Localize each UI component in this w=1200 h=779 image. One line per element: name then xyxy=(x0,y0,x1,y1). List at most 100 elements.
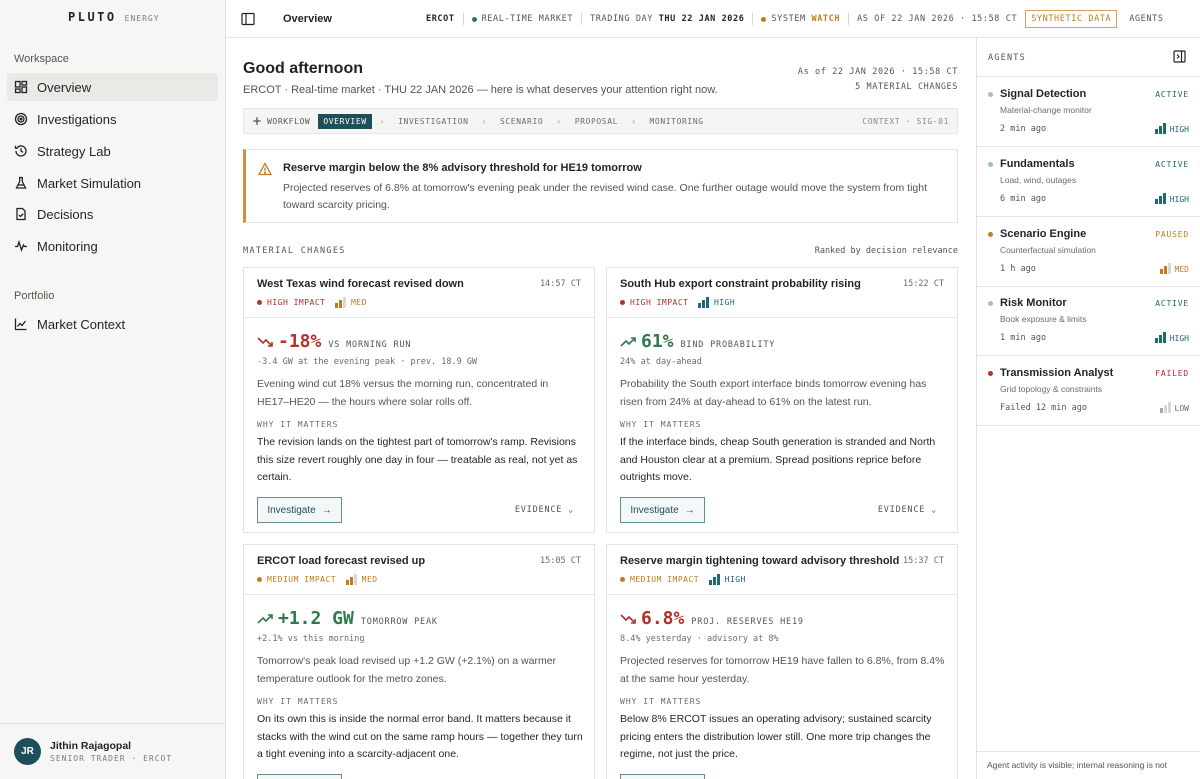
card-header: Reserve margin tightening toward advisor… xyxy=(607,545,957,595)
card-time: 14:57 CT xyxy=(540,279,581,289)
card-tags: MEDIUM IMPACT MED xyxy=(257,574,378,585)
warning-icon xyxy=(258,162,272,176)
sidebar-item-label: Market Context xyxy=(37,316,126,332)
sidebar-item-investigations[interactable]: Investigations xyxy=(7,105,218,133)
signal-label: HIGH xyxy=(724,575,746,584)
section-sort[interactable]: Ranked by decision relevance xyxy=(815,246,958,256)
sidebar-item-label: Monitoring xyxy=(37,238,98,254)
card-header: ERCOT load forecast revised up 15:05 CT … xyxy=(244,545,594,595)
chevron-down-icon: ⌄ xyxy=(931,505,937,515)
evidence-label: EVIDENCE xyxy=(877,505,926,515)
sidebar-item-monitoring[interactable]: Monitoring xyxy=(7,232,218,260)
section-label-portfolio: Portfolio xyxy=(14,290,55,302)
synthetic-data-badge: SYNTHETIC DATA xyxy=(1025,10,1118,28)
card-tags: HIGH IMPACT HIGH xyxy=(620,297,735,308)
target-icon xyxy=(14,112,28,126)
investigate-button[interactable]: Investigate→ xyxy=(257,497,342,523)
metric-label: BIND PROBABILITY xyxy=(680,340,776,350)
section-label-workspace: Workspace xyxy=(14,53,69,65)
sidebar-item-overview[interactable]: Overview xyxy=(7,73,218,101)
sidebar-item-strategy-lab[interactable]: Strategy Lab xyxy=(7,137,218,165)
change-card-reserve: Reserve margin tightening toward advisor… xyxy=(606,544,958,779)
brand-logo[interactable]: PLUTO ENERGY xyxy=(68,10,160,24)
signal-bars-icon xyxy=(1160,402,1171,413)
changes-count: 5 MATERIAL CHANGES xyxy=(855,82,958,92)
card-title: South Hub export constraint probability … xyxy=(620,278,861,290)
realtime-label: REAL-TIME MARKET xyxy=(481,14,574,24)
agent-fundamentals[interactable]: Fundamentals Load, wind, outages 6 min a… xyxy=(977,147,1200,217)
signal-label: MED xyxy=(361,575,378,584)
signal-bars-icon xyxy=(1155,332,1166,343)
flask-icon xyxy=(15,176,27,189)
impact-badge: HIGH IMPACT xyxy=(630,298,689,307)
agent-name: Signal Detection xyxy=(1000,88,1087,100)
main-content: Good afternoon ERCOT · Real-time market … xyxy=(226,38,976,779)
workflow-icon xyxy=(253,117,261,125)
trend-down-icon xyxy=(620,613,636,624)
watch-dot-icon xyxy=(761,16,767,22)
sidebar-item-label: Market Simulation xyxy=(37,175,142,191)
metric-label: PROJ. RESERVES HE19 xyxy=(691,617,804,627)
sidebar-item-decisions[interactable]: Decisions xyxy=(7,200,218,228)
workflow-step-monitoring[interactable]: MONITORING xyxy=(644,114,708,129)
divider xyxy=(581,13,583,25)
workflow-step-scenario[interactable]: SCENARIO xyxy=(495,114,548,129)
workflow-step-investigation[interactable]: INVESTIGATION xyxy=(393,114,473,129)
agents-header: AGENTS xyxy=(977,38,1200,77)
card-time: 15:37 CT xyxy=(903,556,944,566)
brand-sub: ENERGY xyxy=(124,14,160,23)
sidebar-item-market-simulation[interactable]: Market Simulation xyxy=(7,169,218,197)
agent-signal: HIGH xyxy=(1155,123,1189,134)
agent-name: Fundamentals xyxy=(1000,158,1075,170)
reserve-alert[interactable]: Reserve margin below the 8% advisory thr… xyxy=(243,149,958,223)
agent-time: 2 min ago xyxy=(1000,124,1047,134)
evidence-label: EVIDENCE xyxy=(514,505,563,515)
workflow-step-overview[interactable]: OVERVIEW xyxy=(318,113,372,129)
change-card-wind: West Texas wind forecast revised down 14… xyxy=(243,267,595,533)
agent-risk-monitor[interactable]: Risk Monitor Book exposure & limits 1 mi… xyxy=(977,286,1200,356)
collapse-panel-icon[interactable] xyxy=(1173,50,1186,63)
brand-name: PLUTO xyxy=(68,10,117,24)
signal-label: MED xyxy=(1174,265,1189,274)
document-check-icon xyxy=(16,207,26,221)
agent-time: 1 min ago xyxy=(1000,333,1047,343)
workflow-step-proposal[interactable]: PROPOSAL xyxy=(570,114,623,129)
investigate-button[interactable]: Investigate→ xyxy=(620,774,705,779)
signal-label: LOW xyxy=(1174,404,1189,413)
agent-description: Load, wind, outages xyxy=(1000,175,1077,185)
investigate-button[interactable]: Investigate→ xyxy=(620,497,705,523)
chevron-right-icon: › xyxy=(379,116,386,126)
evidence-toggle[interactable]: EVIDENCE ⌄ xyxy=(515,505,574,515)
agent-scenario-engine[interactable]: Scenario Engine Counterfactual simulatio… xyxy=(977,217,1200,287)
chevron-right-icon: › xyxy=(631,116,637,126)
investigate-button[interactable]: Investigate→ xyxy=(257,774,342,779)
card-title: West Texas wind forecast revised down xyxy=(257,278,464,290)
agent-transmission-analyst[interactable]: Transmission Analyst Grid topology & con… xyxy=(977,356,1200,426)
system-state: WATCH xyxy=(811,14,841,24)
divider xyxy=(462,13,464,25)
sidebar-toggle-icon[interactable] xyxy=(241,12,255,26)
impact-dot-icon xyxy=(257,300,262,305)
card-description: Projected reserves for tomorrow HE19 hav… xyxy=(620,655,945,685)
market-status: ERCOT REAL-TIME MARKET TRADING DAY THU 2… xyxy=(426,0,1164,38)
agent-description: Counterfactual simulation xyxy=(1000,245,1096,255)
signal-label: HIGH xyxy=(1169,195,1189,204)
metric-label: TOMORROW PEAK xyxy=(360,617,438,627)
card-header: West Texas wind forecast revised down 14… xyxy=(244,268,594,318)
why-text: Below 8% ERCOT issues an operating advis… xyxy=(620,713,932,760)
agent-state: ACTIVE xyxy=(1155,299,1189,308)
impact-dot-icon xyxy=(257,577,262,582)
user-profile[interactable]: JR Jithin Rajagopal SENIOR TRADER · ERCO… xyxy=(0,723,226,779)
agents-toggle[interactable]: AGENTS xyxy=(1129,14,1163,24)
impact-badge: HIGH IMPACT xyxy=(267,298,326,307)
agent-signal-detection[interactable]: Signal Detection Material-change monitor… xyxy=(977,77,1200,147)
why-text: On its own this is inside the normal err… xyxy=(257,713,583,760)
metric-sub: 8.4% yesterday · advisory at 8% xyxy=(620,634,779,644)
line-chart-icon xyxy=(14,318,27,331)
sidebar-item-label: Overview xyxy=(37,79,92,95)
sidebar-item-market-context[interactable]: Market Context xyxy=(7,310,218,338)
evidence-toggle[interactable]: EVIDENCE ⌄ xyxy=(878,505,937,515)
greeting: Good afternoon xyxy=(243,60,363,77)
live-dot-icon xyxy=(471,16,477,22)
card-description: Probability the South export interface b… xyxy=(620,378,927,408)
